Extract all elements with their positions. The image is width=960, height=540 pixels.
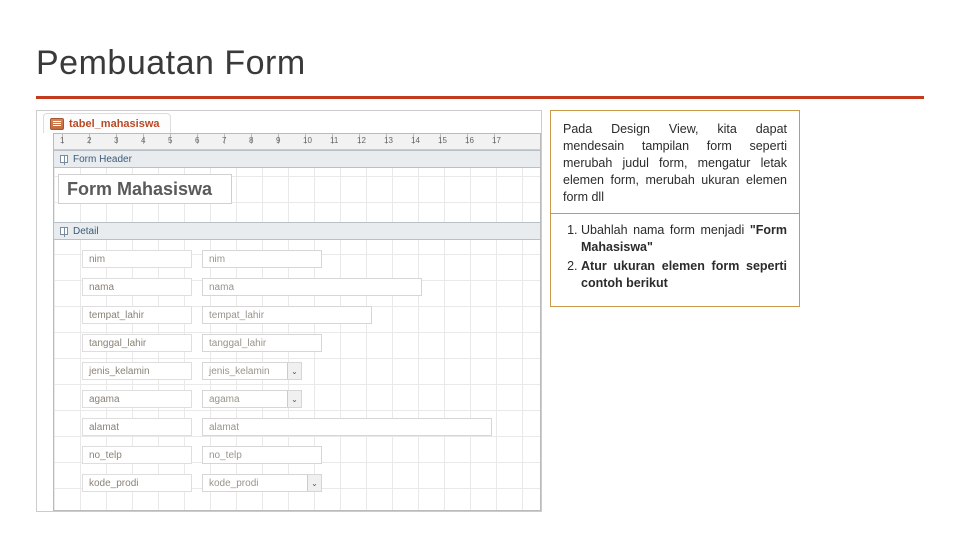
instruction-callout: Pada Design View, kita dapat mendesain t… — [550, 110, 800, 307]
field-label[interactable]: nim — [82, 250, 192, 268]
ruler-tick-label: 14 — [411, 136, 420, 145]
ruler-tick-label: 15 — [438, 136, 447, 145]
bound-field[interactable]: nim — [202, 250, 322, 268]
callout-intro: Pada Design View, kita dapat mendesain t… — [563, 121, 787, 205]
title-underline — [36, 96, 924, 99]
section-label: Detail — [73, 226, 99, 237]
bound-field[interactable]: nama — [202, 278, 422, 296]
form-title-textbox[interactable]: Form Mahasiswa — [58, 174, 232, 204]
bound-field[interactable]: alamat — [202, 418, 492, 436]
ruler-tick-label: 3 — [114, 136, 118, 145]
chevron-down-icon[interactable]: ⌄ — [287, 391, 301, 407]
bound-field[interactable]: kode_prodi⌄ — [202, 474, 322, 492]
callout-step: Atur ukuran elemen form seperti contoh b… — [581, 258, 787, 292]
ruler-tick-label: 17 — [492, 136, 501, 145]
ruler-tick-label: 4 — [141, 136, 145, 145]
form-icon — [50, 118, 64, 130]
ruler-tick-label: 16 — [465, 136, 474, 145]
callout-divider — [551, 213, 799, 214]
section-bar-detail[interactable]: Detail — [54, 222, 540, 240]
section-label: Form Header — [73, 154, 132, 165]
ruler-tick-label: 13 — [384, 136, 393, 145]
field-label[interactable]: tempat_lahir — [82, 306, 192, 324]
bound-field[interactable]: tanggal_lahir — [202, 334, 322, 352]
field-label[interactable]: nama — [82, 278, 192, 296]
access-form-design-screenshot: tabel_mahasiswa 12345678910 123456789101… — [36, 110, 542, 512]
section-handle-icon — [60, 155, 68, 163]
horizontal-ruler: 1234567891011121314151617 — [54, 134, 540, 150]
chevron-down-icon[interactable]: ⌄ — [307, 475, 321, 491]
bound-field[interactable]: agama⌄ — [202, 390, 302, 408]
ruler-tick-label: 7 — [222, 136, 226, 145]
ruler-tick-label: 10 — [303, 136, 312, 145]
design-canvas[interactable]: 1234567891011121314151617 Form Header Fo… — [53, 133, 541, 511]
form-tab[interactable]: tabel_mahasiswa — [43, 113, 171, 133]
callout-steps: Ubahlah nama form menjadi "Form Mahasisw… — [563, 222, 787, 292]
bound-field[interactable]: jenis_kelamin⌄ — [202, 362, 302, 380]
field-label[interactable]: tanggal_lahir — [82, 334, 192, 352]
ruler-tick-label: 11 — [330, 136, 338, 145]
field-label[interactable]: kode_prodi — [82, 474, 192, 492]
form-tab-label: tabel_mahasiswa — [69, 118, 160, 130]
chevron-down-icon[interactable]: ⌄ — [287, 363, 301, 379]
ruler-tick-label: 9 — [276, 136, 280, 145]
callout-step: Ubahlah nama form menjadi "Form Mahasisw… — [581, 222, 787, 256]
ruler-tick-label: 6 — [195, 136, 199, 145]
field-label[interactable]: agama — [82, 390, 192, 408]
field-label[interactable]: jenis_kelamin — [82, 362, 192, 380]
ruler-tick-label: 1 — [60, 136, 64, 145]
ruler-tick-label: 5 — [168, 136, 172, 145]
ruler-tick-label: 12 — [357, 136, 366, 145]
field-label[interactable]: alamat — [82, 418, 192, 436]
ruler-tick-label: 8 — [249, 136, 253, 145]
section-bar-form-header[interactable]: Form Header — [54, 150, 540, 168]
slide-title: Pembuatan Form — [36, 44, 306, 83]
vertical-ruler: 12345678910 — [36, 133, 37, 511]
ruler-tick-label: 2 — [87, 136, 91, 145]
form-title-text: Form Mahasiswa — [67, 179, 212, 200]
section-handle-icon — [60, 227, 68, 235]
field-label[interactable]: no_telp — [82, 446, 192, 464]
bound-field[interactable]: tempat_lahir — [202, 306, 372, 324]
bound-field[interactable]: no_telp — [202, 446, 322, 464]
